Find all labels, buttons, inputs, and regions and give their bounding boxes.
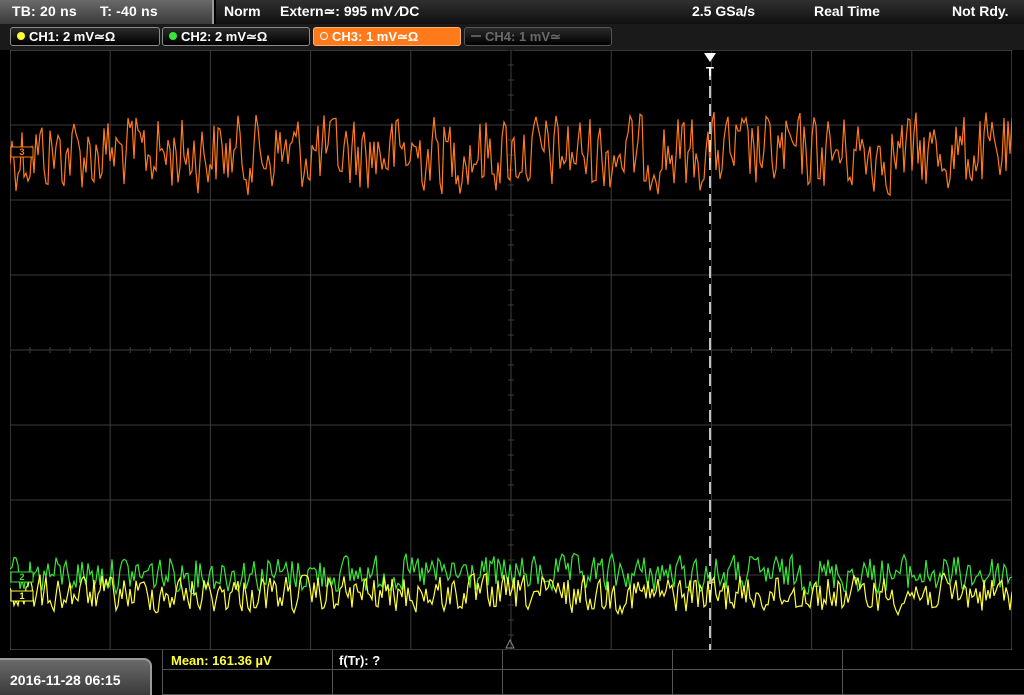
- channel-4-button[interactable]: CH4: 1 mV≃: [464, 27, 612, 46]
- measurement-cell-7[interactable]: [332, 670, 502, 695]
- channel-2-marker-label: 2: [19, 572, 24, 582]
- date-time: 2016-11-28 06:15: [10, 672, 121, 688]
- measurement-cell-5[interactable]: [842, 650, 1024, 670]
- trigger-source: Extern≃: 995 mV ∕DC: [280, 3, 420, 19]
- acquisition-mode: Real Time: [814, 3, 880, 19]
- timebase-panel[interactable]: TB: 20 ns T: -40 ns: [0, 0, 214, 24]
- channel-2-label: CH2: 2 mV≃Ω: [181, 29, 268, 44]
- waveform-display[interactable]: T 3 2 1: [10, 50, 1012, 650]
- acquisition-status: Not Rdy.: [952, 3, 1009, 19]
- measurement-cell-9[interactable]: [672, 670, 842, 695]
- trigger-status-panel[interactable]: Norm Extern≃: 995 mV ∕DC 2.5 GSa/s Real …: [216, 0, 1024, 24]
- channel-2-offset-marker-icon: 2: [10, 571, 34, 583]
- channel-1-offset-marker-icon: 1: [10, 590, 34, 602]
- measurement-cell-6[interactable]: [162, 670, 332, 695]
- trigger-marker-label: T: [706, 64, 714, 79]
- channel-1-marker-label: 1: [19, 591, 24, 601]
- trigger-position-value: T: -40 ns: [100, 3, 158, 19]
- measurement-cell-freq[interactable]: f(Tr): ?: [332, 650, 502, 670]
- footer-bar: 2016-11-28 06:15 Mean: 161.36 µV f(Tr): …: [0, 650, 1024, 695]
- channel-4-indicator-icon: [471, 35, 481, 37]
- top-status-bar: TB: 20 ns T: -40 ns Norm Extern≃: 995 mV…: [0, 0, 1024, 24]
- channel-3-button[interactable]: CH3: 1 mV≃Ω: [313, 27, 461, 46]
- trigger-mode: Norm: [224, 3, 261, 19]
- channel-3-marker-label: 3: [19, 147, 24, 157]
- channel-3-label: CH3: 1 mV≃Ω: [332, 29, 419, 44]
- frequency-measurement: f(Tr): ?: [339, 653, 381, 668]
- channel-3-offset-marker-icon: 3: [10, 146, 34, 158]
- channel-1-indicator-icon: [17, 32, 25, 40]
- date-panel: 2016-11-28 06:15: [0, 658, 152, 695]
- channel-4-label: CH4: 1 mV≃: [485, 29, 561, 44]
- channel-1-label: CH1: 2 mV≃Ω: [29, 29, 116, 44]
- mean-measurement: Mean: 161.36 µV: [171, 653, 272, 668]
- measurement-cell-3[interactable]: [502, 650, 672, 670]
- measurement-cell-mean[interactable]: Mean: 161.36 µV: [162, 650, 332, 670]
- measurement-cell-4[interactable]: [672, 650, 842, 670]
- measurement-cell-10[interactable]: [842, 670, 1024, 695]
- channel-2-button[interactable]: CH2: 2 mV≃Ω: [162, 27, 310, 46]
- timebase-value: TB: 20 ns: [12, 3, 77, 19]
- measurement-panel[interactable]: Mean: 161.36 µV f(Tr): ?: [162, 650, 1024, 695]
- sample-rate: 2.5 GSa/s: [692, 3, 756, 19]
- measurement-cell-8[interactable]: [502, 670, 672, 695]
- channel-bar: CH1: 2 mV≃Ω CH2: 2 mV≃Ω CH3: 1 mV≃Ω CH4:…: [0, 24, 1024, 50]
- channel-1-button[interactable]: CH1: 2 mV≃Ω: [10, 27, 160, 46]
- channel-3-indicator-icon: [320, 32, 328, 40]
- channel-2-indicator-icon: [169, 32, 177, 40]
